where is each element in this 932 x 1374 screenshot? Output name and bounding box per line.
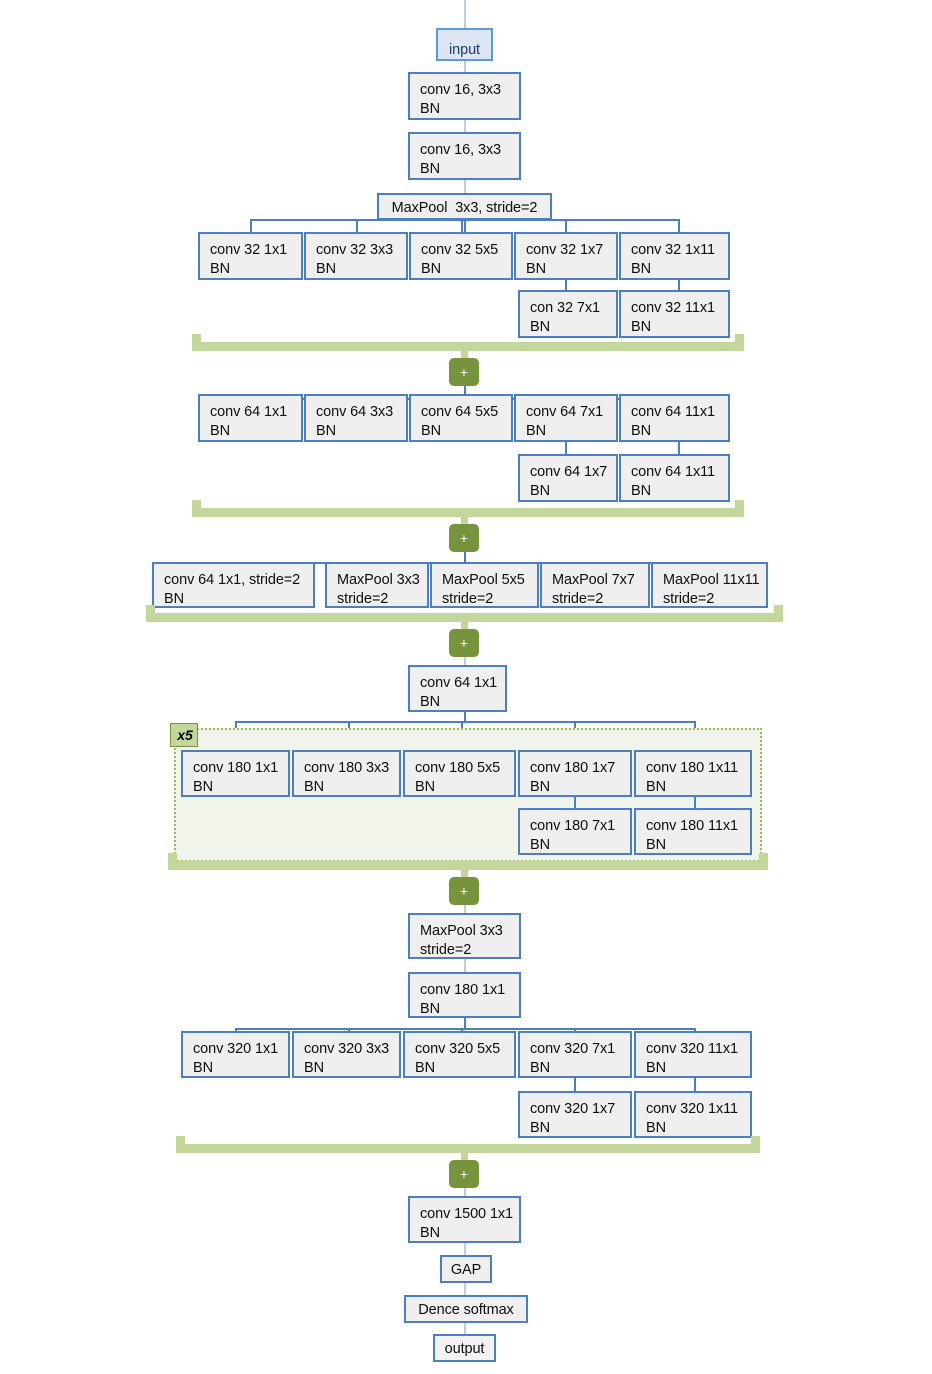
connector-top-stub <box>464 0 466 28</box>
merge-cap-left-block2 <box>192 500 201 517</box>
merge-plus-block4: + <box>449 877 479 905</box>
block2-branch-2: conv 64 3x3 BN <box>304 394 408 442</box>
bus-block1-horizontal <box>250 219 679 221</box>
connector-maxpool-to-bottleneck180 <box>464 959 466 972</box>
block1-branch-4-stage2: con 32 7x1 BN <box>518 290 618 338</box>
block4-branch-1: conv 180 1x1 BN <box>181 750 290 797</box>
merge-cap-right-block4 <box>759 853 768 870</box>
merge-plus-block3: + <box>449 629 479 657</box>
block2-branch-4: conv 64 7x1 BN <box>514 394 618 442</box>
block5-branch-5: conv 320 11x1 BN <box>634 1031 752 1078</box>
merge-bar-block2 <box>192 508 744 517</box>
bus-block4-horizontal <box>235 721 695 723</box>
merge-cap-right-block5 <box>751 1136 760 1153</box>
block2-branch-1: conv 64 1x1 BN <box>198 394 303 442</box>
block1-branch-2: conv 32 3x3 BN <box>304 232 408 280</box>
block4-branch-3: conv 180 5x5 BN <box>403 750 516 797</box>
block4-branch-5-stage2: conv 180 11x1 BN <box>634 808 752 855</box>
connector-block1-b4-row2 <box>565 280 567 290</box>
node-bottleneck-64: conv 64 1x1 BN <box>408 665 507 712</box>
connector-dense-to-output <box>464 1323 466 1334</box>
node-bottleneck-180: conv 180 1x1 BN <box>408 972 521 1018</box>
merge-cap-right-block1 <box>735 334 744 351</box>
connector-conv1-to-conv2 <box>464 120 466 132</box>
repeat-badge-x5: x5 <box>170 723 198 747</box>
connector-block4-b4-row2 <box>574 797 576 808</box>
block4-branch-4: conv 180 1x7 BN <box>518 750 632 797</box>
connector-block5-b4-row2 <box>574 1078 576 1091</box>
connector-gap-to-dense <box>464 1283 466 1295</box>
bus-block1-leg-2 <box>356 219 358 232</box>
connector-plus5-to-head <box>464 1188 466 1196</box>
merge-cap-left-block1 <box>192 334 201 351</box>
node-stem-maxpool: MaxPool 3x3, stride=2 <box>377 193 552 220</box>
node-head-conv: conv 1500 1x1 BN <box>408 1196 521 1243</box>
block1-branch-5-stage2: conv 32 11x1 BN <box>619 290 730 338</box>
merge-bar-block4 <box>168 861 768 870</box>
merge-plus-block1: + <box>449 358 479 386</box>
block2-branch-3: conv 64 5x5 BN <box>409 394 513 442</box>
block2-branch-5: conv 64 11x1 BN <box>619 394 730 442</box>
block4-branch-5: conv 180 1x11 BN <box>634 750 752 797</box>
node-maxpool-3x3-s2: MaxPool 3x3 stride=2 <box>408 913 521 959</box>
bus-block5-horizontal <box>235 1028 695 1030</box>
bus-block1-leg-1 <box>250 219 252 232</box>
node-stem-conv-2: conv 16, 3x3 BN <box>408 132 521 180</box>
connector-block4-b5-row2 <box>694 797 696 808</box>
connector-block5-b5-row2 <box>694 1078 696 1091</box>
block3-branch-5: MaxPool 11x11 stride=2 <box>651 562 768 608</box>
block3-branch-2: MaxPool 3x3 stride=2 <box>325 562 429 608</box>
connector-block1-b5-row2 <box>678 280 680 290</box>
block1-branch-1: conv 32 1x1 BN <box>198 232 303 280</box>
bus-block1-drop <box>464 220 466 232</box>
merge-plus-block2: + <box>449 524 479 552</box>
block5-branch-2: conv 320 3x3 BN <box>292 1031 401 1078</box>
connector-input-to-conv1 <box>464 61 466 72</box>
node-gap: GAP <box>440 1255 492 1283</box>
block1-branch-4: conv 32 1x7 BN <box>514 232 618 280</box>
block1-branch-3: conv 32 5x5 BN <box>409 232 513 280</box>
merge-plus-block5: + <box>449 1160 479 1188</box>
connector-plus4-to-maxpool <box>464 905 466 913</box>
node-input: input <box>436 28 493 61</box>
connector-plus3-to-bottleneck <box>464 657 466 665</box>
merge-cap-right-block3 <box>774 605 783 622</box>
merge-bar-block1 <box>192 342 744 351</box>
merge-cap-left-block4 <box>168 853 177 870</box>
merge-cap-right-block2 <box>735 500 744 517</box>
block2-branch-5-stage2: conv 64 1x11 BN <box>619 454 730 502</box>
merge-cap-left-block5 <box>176 1136 185 1153</box>
block3-branch-1: conv 64 1x1, stride=2 BN <box>152 562 315 608</box>
merge-cap-left-block3 <box>146 605 155 622</box>
bus-block1-leg-5 <box>678 219 680 232</box>
node-output: output <box>433 1334 496 1362</box>
block4-branch-2: conv 180 3x3 BN <box>292 750 401 797</box>
connector-block2-b5-row2 <box>678 442 680 454</box>
merge-bar-block5 <box>176 1144 760 1153</box>
block3-branch-4: MaxPool 7x7 stride=2 <box>540 562 650 608</box>
block5-branch-4-stage2: conv 320 1x7 BN <box>518 1091 632 1138</box>
bus-block1-leg-4 <box>565 219 567 232</box>
block3-branch-3: MaxPool 5x5 stride=2 <box>430 562 539 608</box>
block2-branch-4-stage2: conv 64 1x7 BN <box>518 454 618 502</box>
connector-conv2-to-pool <box>464 180 466 193</box>
architecture-diagram: input conv 16, 3x3 BN conv 16, 3x3 BN Ma… <box>0 0 932 1374</box>
bus-block1-leg-3 <box>461 219 463 232</box>
node-stem-conv-1: conv 16, 3x3 BN <box>408 72 521 120</box>
block5-branch-5-stage2: conv 320 1x11 BN <box>634 1091 752 1138</box>
block5-branch-4: conv 320 7x1 BN <box>518 1031 632 1078</box>
block1-branch-5: conv 32 1x11 BN <box>619 232 730 280</box>
block4-branch-4-stage2: conv 180 7x1 BN <box>518 808 632 855</box>
node-dense-softmax: Dence softmax <box>404 1295 528 1323</box>
block5-branch-3: conv 320 5x5 BN <box>403 1031 516 1078</box>
connector-block2-b4-row2 <box>565 442 567 454</box>
connector-head-to-gap <box>464 1243 466 1255</box>
merge-bar-block3 <box>146 613 783 622</box>
block5-branch-1: conv 320 1x1 BN <box>181 1031 290 1078</box>
